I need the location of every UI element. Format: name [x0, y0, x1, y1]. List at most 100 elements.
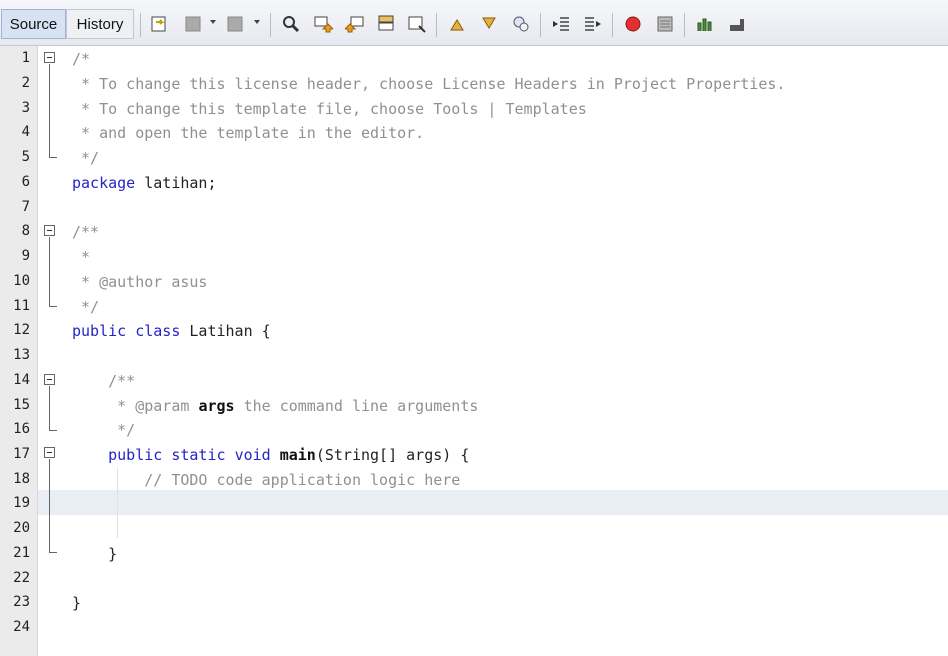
forward-icon[interactable] — [224, 12, 246, 36]
tab-source[interactable]: Source — [1, 9, 66, 39]
back-dropdown-icon[interactable] — [210, 20, 216, 24]
fold-line — [49, 64, 50, 157]
uncomment-icon[interactable] — [726, 12, 748, 36]
line-number[interactable]: 21 — [0, 545, 30, 561]
stop-macro-icon[interactable] — [654, 12, 676, 36]
fold-line — [49, 237, 50, 306]
code-line-14[interactable]: /** — [72, 372, 135, 390]
find-previous-icon[interactable] — [312, 12, 334, 36]
line-number[interactable]: 18 — [0, 471, 30, 487]
code-line-1[interactable]: /* — [72, 50, 90, 68]
comment-star: * — [72, 273, 100, 291]
fold-toggle-icon[interactable] — [44, 374, 55, 385]
code-line-11[interactable]: */ — [72, 298, 99, 316]
param-name: args — [198, 397, 235, 415]
line-number[interactable]: 13 — [0, 347, 30, 363]
comment-text: the command line arguments — [234, 397, 479, 415]
last-edit-icon[interactable] — [148, 12, 170, 36]
line-number[interactable]: 22 — [0, 570, 30, 586]
next-bookmark-icon[interactable] — [478, 12, 500, 36]
line-number[interactable]: 1 — [0, 50, 30, 66]
package-name: latihan; — [135, 174, 217, 192]
javadoc-tag: @param — [135, 397, 190, 415]
code-line-10[interactable]: * @author asus — [72, 273, 207, 291]
code-line-4[interactable]: * and open the template in the editor. — [72, 124, 424, 142]
fold-end — [49, 430, 57, 431]
line-number[interactable]: 3 — [0, 100, 30, 116]
code-line-6[interactable]: package latihan; — [72, 174, 217, 192]
fold-toggle-icon[interactable] — [44, 225, 55, 236]
toolbar-separator — [270, 13, 271, 37]
code-line-12[interactable]: public class Latihan { — [72, 322, 271, 340]
line-number[interactable]: 4 — [0, 124, 30, 140]
line-number[interactable]: 9 — [0, 248, 30, 264]
fold-line — [49, 459, 50, 552]
toggle-bookmark-icon[interactable] — [510, 12, 532, 36]
line-number[interactable]: 8 — [0, 223, 30, 239]
line-number[interactable]: 14 — [0, 372, 30, 388]
comment-text: asus — [162, 273, 208, 291]
fold-toggle-icon[interactable] — [44, 52, 55, 63]
keyword: public — [72, 322, 127, 340]
code-line-15[interactable]: * @param args the command line arguments — [72, 397, 478, 415]
code-line-17[interactable]: public static void main(String[] args) { — [72, 446, 469, 464]
code-line-2[interactable]: * To change this license header, choose … — [72, 75, 785, 93]
line-number[interactable]: 10 — [0, 273, 30, 289]
back-icon[interactable] — [182, 12, 204, 36]
find-icon[interactable] — [280, 12, 302, 36]
previous-bookmark-icon[interactable] — [446, 12, 468, 36]
toolbar-separator — [140, 13, 141, 37]
tab-history[interactable]: History — [66, 9, 134, 39]
line-number[interactable]: 15 — [0, 397, 30, 413]
comment-icon[interactable] — [694, 12, 716, 36]
method-name: main — [279, 446, 316, 464]
line-number[interactable]: 12 — [0, 322, 30, 338]
method-signature: (String[] args) { — [315, 446, 470, 464]
line-number[interactable]: 16 — [0, 421, 30, 437]
toggle-highlight-icon[interactable] — [406, 12, 428, 36]
toolbar-separator — [684, 13, 685, 37]
code-line-8[interactable]: /** — [72, 223, 99, 241]
forward-dropdown-icon[interactable] — [254, 20, 260, 24]
toolbar-separator — [436, 13, 437, 37]
code-line-9[interactable]: * — [72, 248, 90, 266]
class-name: Latihan { — [180, 322, 271, 340]
keyword: public — [108, 446, 163, 464]
shift-left-icon[interactable] — [550, 12, 572, 36]
fold-margin — [38, 46, 66, 656]
line-number[interactable]: 19 — [0, 495, 30, 511]
code-line-5[interactable]: */ — [72, 149, 99, 167]
keyword: static — [171, 446, 226, 464]
keyword: class — [135, 322, 181, 340]
start-macro-icon[interactable] — [622, 12, 644, 36]
editor-toolbar: Source History — [0, 0, 948, 46]
fold-end — [49, 552, 57, 553]
fold-end — [49, 306, 57, 307]
line-number[interactable]: 6 — [0, 174, 30, 190]
line-number[interactable]: 24 — [0, 619, 30, 635]
line-number[interactable]: 11 — [0, 298, 30, 314]
line-number[interactable]: 17 — [0, 446, 30, 462]
line-number[interactable]: 20 — [0, 520, 30, 536]
code-editor-window: Source History 1 2 3 4 5 6 7 8 9 10 11 1… — [0, 0, 948, 656]
fold-line — [49, 386, 50, 430]
line-number[interactable]: 2 — [0, 75, 30, 91]
fold-end — [49, 157, 57, 158]
code-line-21[interactable]: } — [72, 545, 117, 563]
code-line-16[interactable]: */ — [72, 421, 135, 439]
javadoc-tag: @author — [99, 273, 163, 291]
code-line-18[interactable]: // TODO code application logic here — [72, 471, 460, 489]
code-line-23[interactable]: } — [72, 594, 81, 612]
line-number[interactable]: 7 — [0, 199, 30, 215]
find-selection-icon[interactable] — [376, 12, 398, 36]
shift-right-icon[interactable] — [582, 12, 604, 36]
comment-star: * — [72, 397, 136, 415]
line-number[interactable]: 23 — [0, 594, 30, 610]
current-line-highlight — [38, 490, 948, 515]
fold-toggle-icon[interactable] — [44, 447, 55, 458]
toolbar-separator — [612, 13, 613, 37]
code-line-3[interactable]: * To change this template file, choose T… — [72, 100, 587, 118]
find-next-icon[interactable] — [344, 12, 366, 36]
keyword: package — [72, 174, 136, 192]
line-number[interactable]: 5 — [0, 149, 30, 165]
